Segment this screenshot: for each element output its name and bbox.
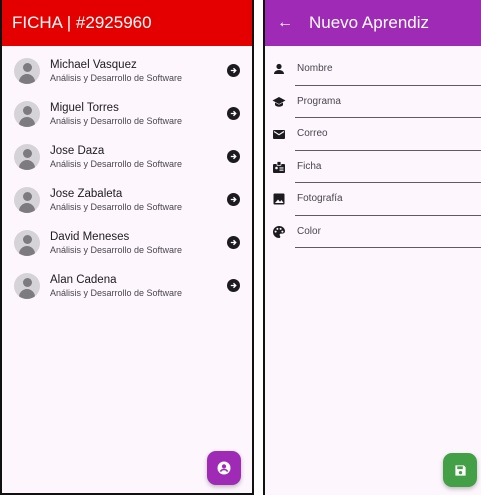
- field-label: Correo: [297, 128, 328, 139]
- app-bar: FICHA | #2925960: [2, 0, 252, 46]
- page-title: Nuevo Aprendiz: [309, 13, 430, 32]
- student-list-screen: FICHA | #2925960 Michael Vasquez Análisis…: [0, 0, 254, 495]
- field-label: Color: [297, 225, 321, 237]
- student-name: Jose Zabaleta: [50, 187, 123, 200]
- program-field[interactable]: Programa: [265, 86, 481, 118]
- image-icon: [273, 193, 285, 205]
- person-icon: [274, 63, 284, 74]
- arrow-back-icon[interactable]: ←: [277, 15, 293, 31]
- avatar: [14, 143, 40, 170]
- field-label: Nombre: [297, 63, 333, 74]
- page-title: FICHA | #2925960: [12, 13, 152, 32]
- arrow-forward-icon[interactable]: [227, 150, 240, 163]
- palette-icon: [273, 225, 285, 238]
- list-item[interactable]: Alan Cadena Análisis y Desarrollo de Soft…: [2, 264, 252, 307]
- list-item[interactable]: Jose Daza Análisis y Desarrollo de Softwa…: [2, 135, 252, 178]
- save-icon: [454, 464, 466, 476]
- list-item[interactable]: Miguel Torres Análisis y Desarrollo de So…: [2, 92, 252, 135]
- list-item[interactable]: David Meneses Análisis y Desarrollo de So…: [2, 221, 252, 264]
- new-apprentice-screen: ← Nuevo Aprendiz Nombre Programa Correo …: [263, 0, 481, 495]
- field-label: Fotografía: [297, 193, 343, 204]
- field-label: Ficha: [297, 160, 322, 172]
- student-program: Análisis y Desarrollo de Software: [50, 244, 183, 255]
- add-student-button[interactable]: [207, 451, 241, 485]
- arrow-forward-icon[interactable]: [227, 107, 240, 120]
- arrow-forward-icon[interactable]: [227, 64, 240, 77]
- list-item[interactable]: Michael Vasquez Análisis y Desarrollo de …: [2, 49, 252, 92]
- student-program: Análisis y Desarrollo de Software: [50, 158, 183, 169]
- student-program: Análisis y Desarrollo de Software: [50, 115, 183, 126]
- list-item[interactable]: Jose Zabaleta Análisis y Desarrollo de So…: [2, 178, 252, 221]
- color-field[interactable]: Color: [265, 216, 481, 248]
- badge-icon: [273, 160, 285, 173]
- avatar: [14, 229, 40, 256]
- student-program: Análisis y Desarrollo de Software: [50, 72, 183, 83]
- student-name: Miguel Torres: [50, 101, 119, 114]
- avatar: [14, 57, 40, 84]
- student-name: Jose Daza: [50, 144, 105, 157]
- avatar: [14, 272, 40, 299]
- ficha-field[interactable]: Ficha: [265, 151, 481, 183]
- save-button[interactable]: [443, 453, 477, 487]
- student-name: Alan Cadena: [50, 273, 117, 286]
- avatar: [14, 186, 40, 213]
- avatar: [14, 100, 40, 127]
- photo-field[interactable]: Fotografía: [265, 183, 481, 216]
- school-icon: [272, 96, 286, 107]
- person-icon: [217, 461, 231, 475]
- student-program: Análisis y Desarrollo de Software: [50, 201, 183, 212]
- email-field[interactable]: Correo: [265, 118, 481, 151]
- apprentice-form: Nombre Programa Correo Ficha Fotografía …: [265, 46, 481, 248]
- arrow-forward-icon[interactable]: [227, 193, 240, 206]
- field-label: Programa: [297, 95, 341, 107]
- student-name: Michael Vasquez: [50, 58, 137, 71]
- student-program: Análisis y Desarrollo de Software: [50, 287, 183, 298]
- arrow-forward-icon[interactable]: [227, 236, 240, 249]
- arrow-forward-icon[interactable]: [227, 279, 240, 292]
- mail-icon: [273, 130, 285, 139]
- student-name: David Meneses: [50, 230, 130, 243]
- student-list: Michael Vasquez Análisis y Desarrollo de …: [2, 46, 252, 307]
- app-bar: ← Nuevo Aprendiz: [265, 0, 481, 46]
- name-field[interactable]: Nombre: [265, 53, 481, 86]
